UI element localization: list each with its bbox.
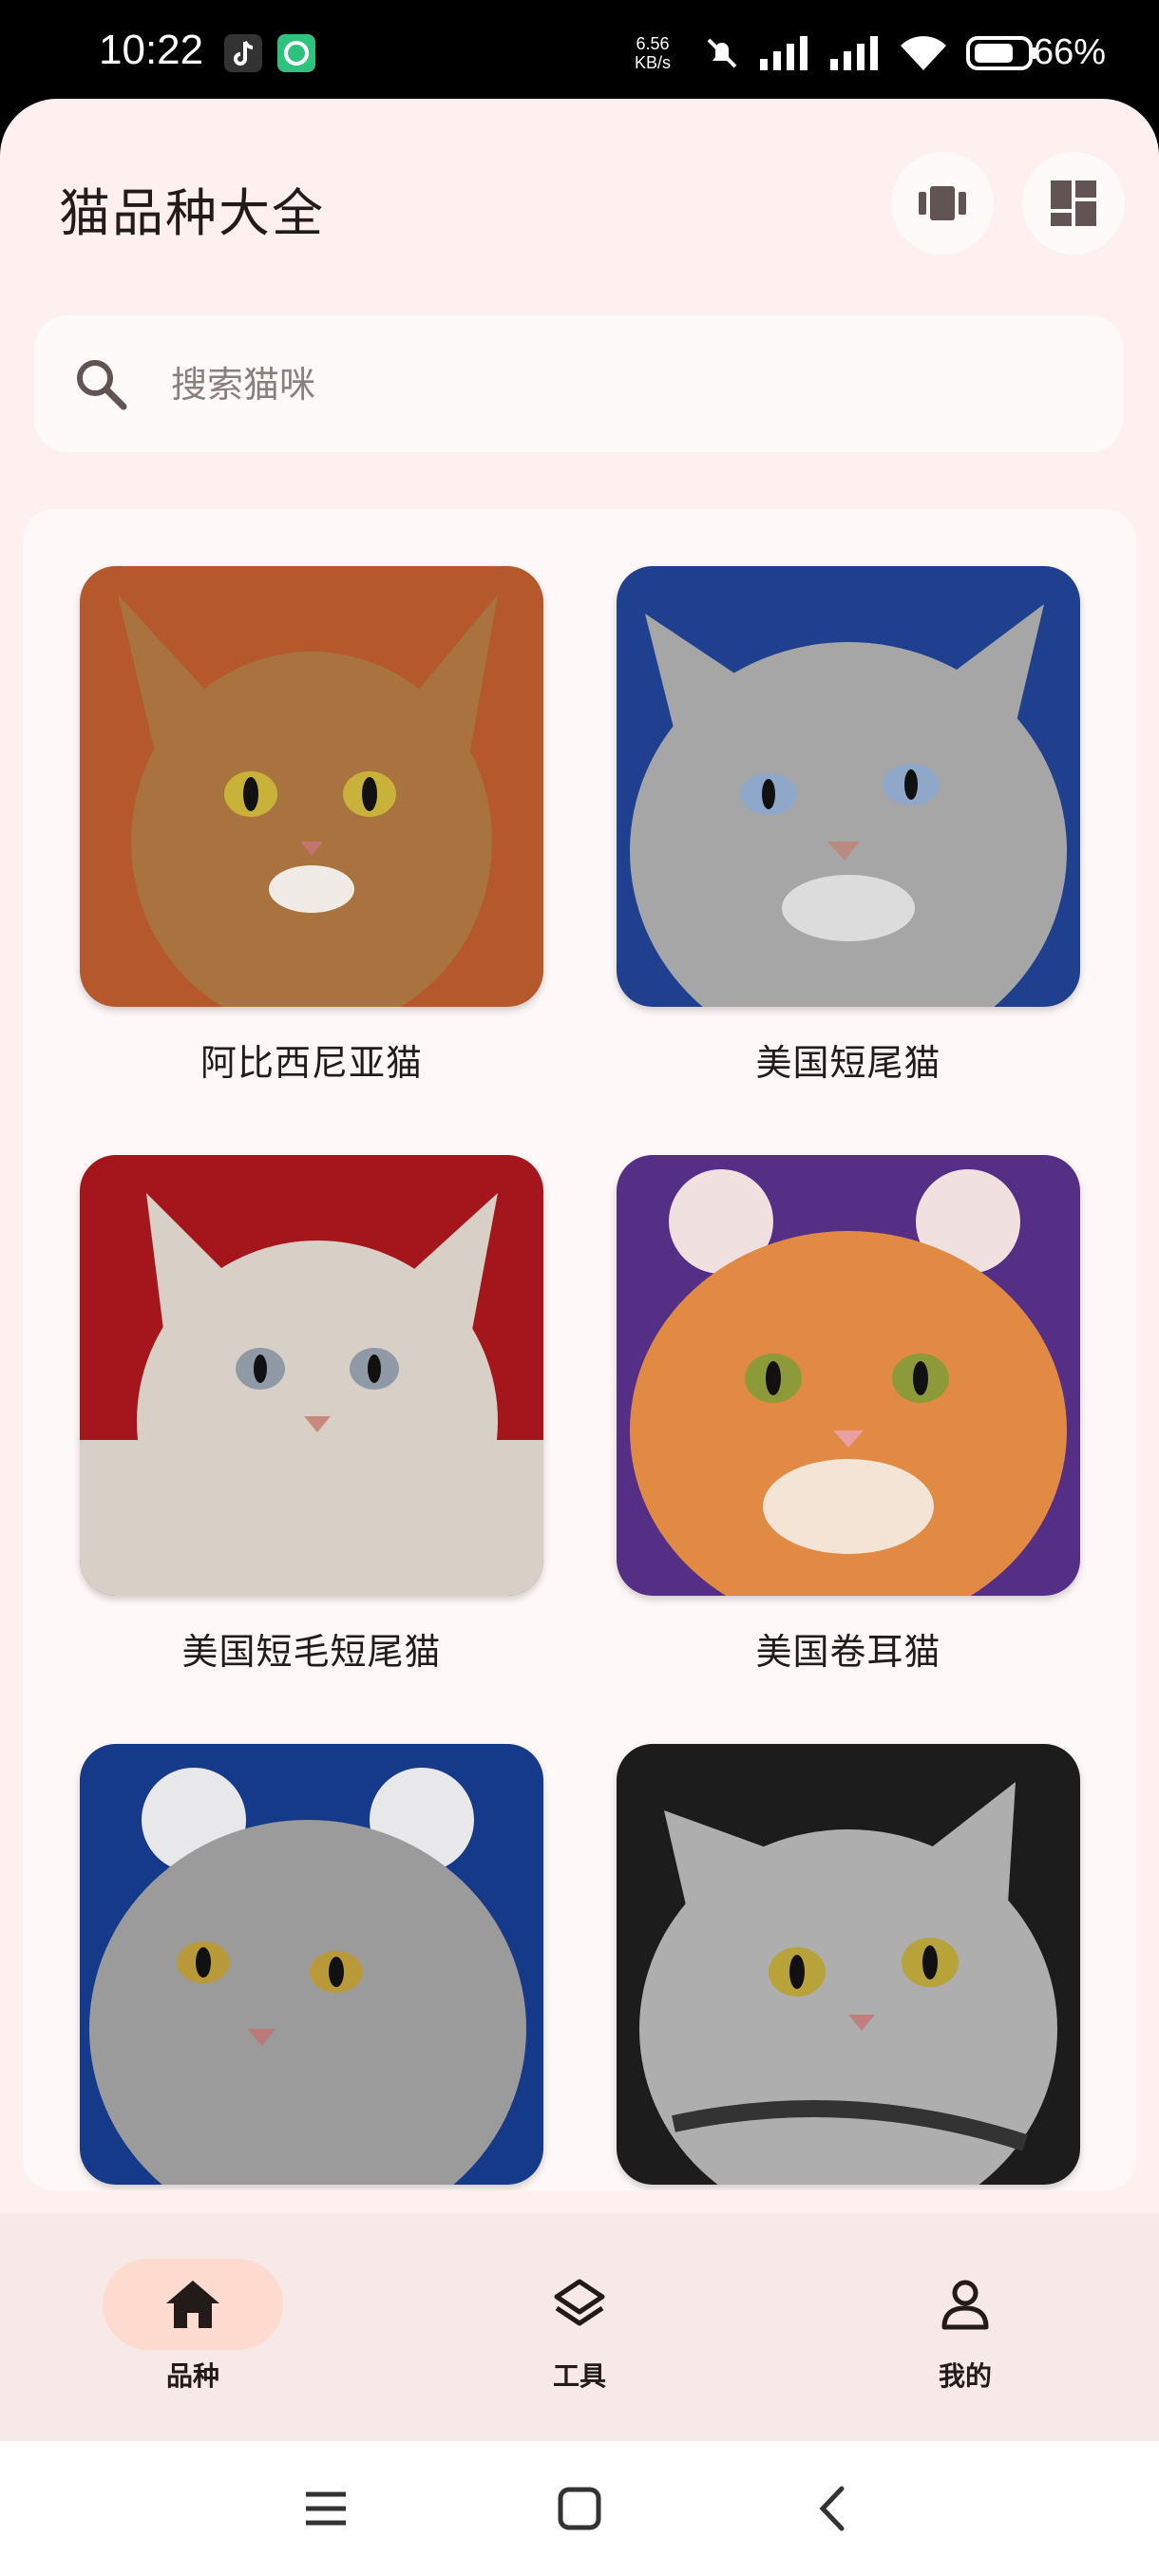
- bottom-navigation: 品种 工具 我的: [0, 2213, 1159, 2441]
- breed-card[interactable]: 美国短尾猫: [617, 566, 1080, 1086]
- view-carousel-icon: [919, 186, 966, 220]
- mute-icon: [707, 38, 737, 68]
- battery-icon: [966, 36, 1036, 70]
- breed-name: 美国短毛短尾猫: [181, 1631, 442, 1673]
- home-square-icon[interactable]: [556, 2485, 603, 2532]
- network-speed-value: 6.56: [636, 34, 670, 53]
- network-speed: 6.56 KB/s: [635, 34, 671, 72]
- nav-label: 工具: [552, 2360, 606, 2392]
- status-icons: [703, 32, 1037, 74]
- cat-photo: [617, 1155, 1080, 1596]
- wifi-icon: [901, 36, 946, 70]
- home-icon: [166, 2281, 219, 2328]
- nav-active-indicator: [103, 2259, 283, 2350]
- cat-photo: [80, 1744, 543, 2185]
- breed-grid: 阿比西尼亚猫 美国短尾猫 美国短毛短尾猫 美国卷耳猫: [23, 509, 1136, 2190]
- menu-icon[interactable]: [302, 2485, 350, 2532]
- nav-item-breeds[interactable]: 品种: [98, 2259, 288, 2394]
- app-notification-icon: [277, 34, 315, 72]
- breed-card[interactable]: 阿比西尼亚猫: [80, 566, 543, 1086]
- breed-name: 美国卷耳猫: [755, 1631, 941, 1673]
- page-title: 猫品种大全: [59, 183, 325, 243]
- cat-photo: [617, 1744, 1080, 2185]
- search-input[interactable]: [169, 315, 1085, 454]
- cat-photo: [617, 566, 1080, 1007]
- nav-label: 我的: [938, 2360, 992, 2392]
- status-time: 10:22: [99, 27, 204, 73]
- search-bar[interactable]: [34, 315, 1123, 454]
- breed-card[interactable]: [80, 1744, 543, 2190]
- grid-view-button[interactable]: [1022, 152, 1125, 255]
- tiktok-icon: [224, 34, 262, 72]
- breed-name: 美国短尾猫: [755, 1042, 941, 1084]
- search-icon: [77, 360, 127, 410]
- battery-percent: 66%: [1034, 32, 1107, 72]
- back-icon[interactable]: [809, 2485, 857, 2532]
- breed-card[interactable]: [617, 1744, 1080, 2190]
- signal-icon: [760, 36, 808, 70]
- dashboard-icon: [1051, 180, 1096, 226]
- nav-pill: [489, 2259, 670, 2350]
- nav-item-profile[interactable]: 我的: [870, 2259, 1060, 2394]
- nav-item-tools[interactable]: 工具: [484, 2259, 674, 2394]
- system-navigation-bar: [0, 2441, 1159, 2576]
- app-surface: 猫品种大全 搜索猫咪 阿比西尼亚猫 美国短尾猫 美国短毛短尾猫 美国卷耳猫: [0, 99, 1159, 2445]
- breed-card[interactable]: 美国短毛短尾猫: [80, 1155, 543, 1675]
- signal-icon-2: [830, 36, 878, 70]
- cat-photo: [80, 566, 543, 1007]
- breed-name: 阿比西尼亚猫: [200, 1042, 423, 1084]
- person-icon: [941, 2280, 989, 2330]
- status-bar: 10:22 6.56 KB/s 66%: [0, 0, 1159, 104]
- cat-photo: [80, 1155, 543, 1596]
- nav-pill: [875, 2259, 1055, 2350]
- breed-card[interactable]: 美国卷耳猫: [617, 1155, 1080, 1675]
- layers-icon: [554, 2279, 605, 2326]
- nav-label: 品种: [165, 2360, 219, 2392]
- carousel-view-button[interactable]: [891, 152, 994, 255]
- network-speed-unit: KB/s: [635, 53, 672, 72]
